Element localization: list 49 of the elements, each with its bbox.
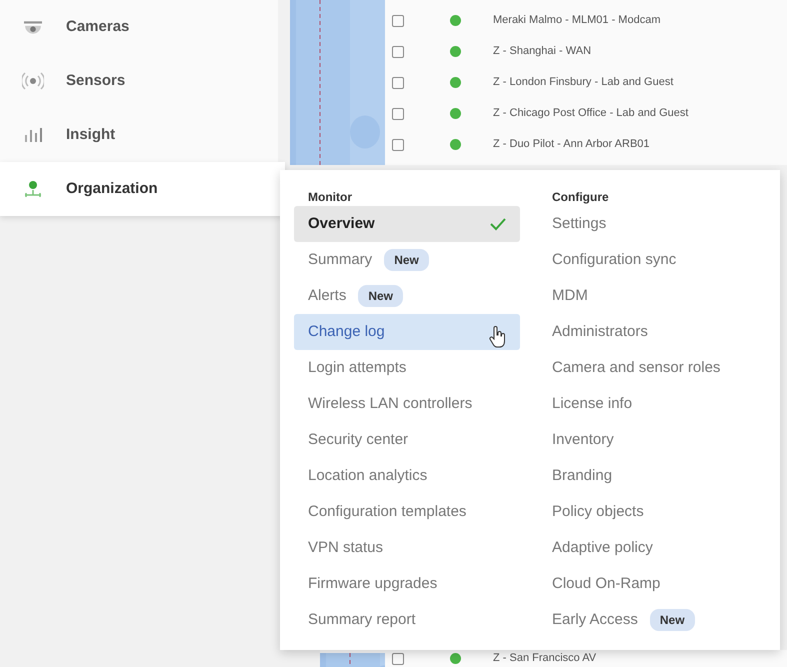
camera-icon bbox=[24, 20, 42, 34]
network-name[interactable]: Z - Chicago Post Office - Lab and Guest bbox=[493, 105, 688, 122]
checkbox[interactable] bbox=[392, 652, 404, 664]
menu-item[interactable]: Firmware upgrades bbox=[294, 566, 520, 602]
menu-item[interactable]: Administrators bbox=[538, 314, 764, 350]
sensor-icon bbox=[22, 70, 44, 92]
checkbox[interactable] bbox=[392, 46, 404, 58]
menu-item[interactable]: Wireless LAN controllers bbox=[294, 386, 520, 422]
check-icon bbox=[490, 217, 506, 231]
network-name[interactable]: Meraki Malmo - MLM01 - Modcam bbox=[493, 12, 660, 29]
menu-item[interactable]: Location analytics bbox=[294, 458, 520, 494]
organization-icon bbox=[22, 178, 44, 200]
menu-item[interactable]: Alerts New bbox=[294, 278, 520, 314]
menu-item[interactable]: Summary report bbox=[294, 602, 520, 638]
sidebar-item[interactable]: Insight bbox=[0, 108, 278, 162]
menu-item[interactable]: Inventory bbox=[538, 422, 764, 458]
sidebar-item[interactable]: Organization bbox=[0, 162, 285, 216]
checkbox[interactable] bbox=[392, 108, 404, 120]
checkbox[interactable] bbox=[392, 76, 404, 88]
new-badge: New bbox=[384, 249, 429, 271]
menu-item[interactable]: Login attempts bbox=[294, 350, 520, 386]
menu-item[interactable]: Policy objects bbox=[538, 494, 764, 530]
menu-item[interactable]: Configuration templates bbox=[294, 494, 520, 530]
menu-item[interactable]: Security center bbox=[294, 422, 520, 458]
checkbox[interactable] bbox=[392, 14, 404, 26]
menu-item[interactable]: MDM bbox=[538, 278, 764, 314]
menu-item[interactable]: VPN status bbox=[294, 530, 520, 566]
menu-item[interactable]: Overview bbox=[294, 206, 520, 242]
sidebar-item[interactable]: Sensors bbox=[0, 54, 278, 108]
checkbox[interactable] bbox=[392, 138, 404, 150]
network-name[interactable]: Z - London Finsbury - Lab and Guest bbox=[493, 74, 674, 91]
new-badge: New bbox=[650, 609, 695, 631]
sidebar-item[interactable]: Cameras bbox=[0, 0, 278, 54]
menu-item[interactable]: Settings bbox=[538, 206, 764, 242]
menu-item[interactable]: License info bbox=[538, 386, 764, 422]
menu-item[interactable]: Summary New bbox=[294, 242, 520, 278]
network-name[interactable]: Z - Duo Pilot - Ann Arbor ARB01 bbox=[493, 136, 650, 153]
menu-item[interactable]: Early Access New bbox=[538, 602, 764, 638]
network-name[interactable]: Z - Shanghai - WAN bbox=[493, 43, 592, 60]
menu-item[interactable]: Configuration sync bbox=[538, 242, 764, 278]
menu-item[interactable]: Camera and sensor roles bbox=[538, 350, 764, 386]
hand-cursor-icon bbox=[488, 326, 506, 348]
section-heading: Monitor bbox=[307, 189, 353, 206]
menu-item[interactable]: Adaptive policy bbox=[538, 530, 764, 566]
menu-item[interactable]: Change log bbox=[294, 314, 520, 350]
menu-item[interactable]: Cloud On-Ramp bbox=[538, 566, 764, 602]
section-heading: Configure bbox=[551, 189, 610, 206]
menu-item[interactable]: Branding bbox=[538, 458, 764, 494]
new-badge: New bbox=[358, 285, 404, 307]
